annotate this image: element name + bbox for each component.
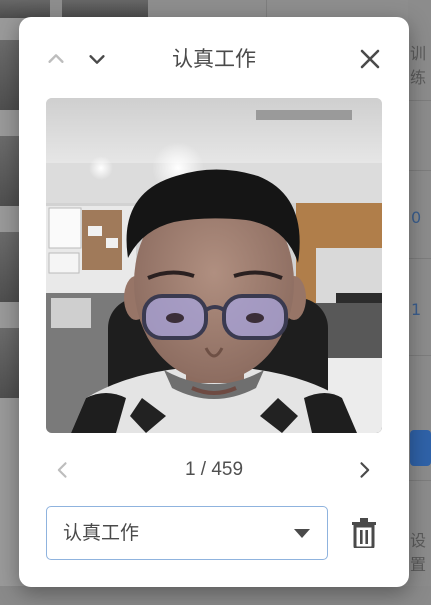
caret-down-icon bbox=[294, 529, 310, 538]
divider bbox=[408, 170, 431, 171]
page-counter: 1 / 459 bbox=[184, 459, 244, 480]
thumbnail bbox=[0, 232, 20, 302]
category-select[interactable]: 认真工作 bbox=[46, 506, 328, 560]
photo-viewer-dialog: 认真工作 1 / 459 认真工作 bbox=[19, 17, 409, 587]
dialog-title: 认真工作 bbox=[172, 47, 256, 71]
thumbnail bbox=[62, 0, 148, 18]
bg-label: 训练 bbox=[410, 44, 427, 87]
sample-photo bbox=[46, 98, 382, 433]
bg-stepper bbox=[410, 430, 431, 466]
delete-button[interactable] bbox=[349, 517, 379, 549]
thumbnail bbox=[0, 0, 50, 18]
thumbnail bbox=[0, 328, 20, 398]
chevron-left-icon bbox=[57, 462, 67, 478]
trash-icon bbox=[352, 518, 376, 548]
category-select-value: 认真工作 bbox=[63, 522, 140, 544]
bottom-bar bbox=[0, 586, 431, 605]
previous-item-button[interactable] bbox=[44, 47, 68, 71]
divider bbox=[408, 480, 431, 481]
divider bbox=[408, 100, 431, 101]
bg-label: 设置 bbox=[410, 531, 427, 574]
thumbnail bbox=[0, 136, 20, 206]
divider bbox=[408, 355, 431, 356]
bg-value: 0 bbox=[411, 208, 422, 227]
divider bbox=[408, 258, 431, 259]
close-icon bbox=[360, 49, 380, 69]
previous-page-button[interactable] bbox=[51, 458, 75, 482]
thumbnail bbox=[0, 40, 20, 110]
chevron-up-icon bbox=[48, 54, 64, 63]
close-button[interactable] bbox=[358, 47, 382, 71]
next-page-button[interactable] bbox=[352, 458, 376, 482]
chevron-right-icon bbox=[360, 462, 370, 478]
bg-value: 1 bbox=[411, 300, 422, 319]
photo-pager: 1 / 459 bbox=[19, 457, 409, 483]
